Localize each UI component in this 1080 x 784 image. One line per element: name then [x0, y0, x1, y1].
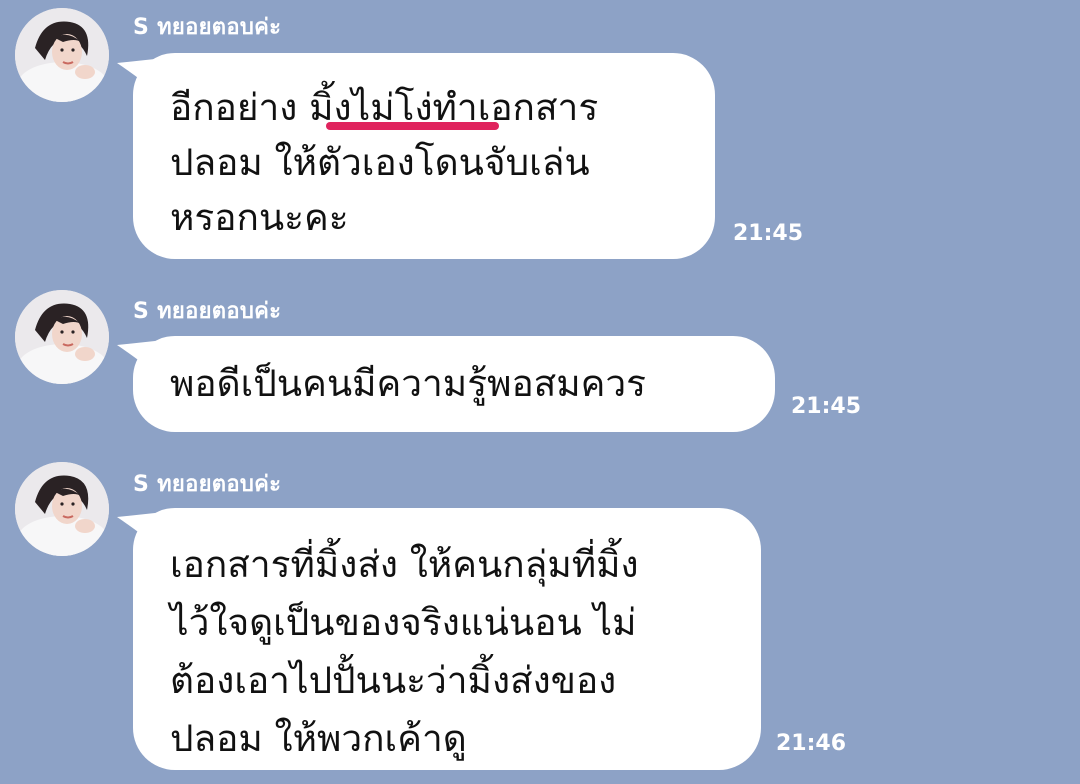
message-line: หรอกนะคะ [170, 196, 349, 239]
message-bubble[interactable]: พอดีเป็นคนมีความรู้พอสมควร [133, 336, 775, 432]
sender-name: S ทยอยตอบค่ะ [133, 472, 282, 497]
message-time: 21:45 [791, 394, 862, 419]
message-line: พอดีเป็นคนมีความรู้พอสมควร [170, 362, 647, 405]
highlight-underline [326, 122, 499, 130]
avatar[interactable] [15, 290, 109, 384]
message-line: ไว้ใจดูเป็นของจริงแน่นอน ไม่ [170, 601, 637, 644]
sender-name: S ทยอยตอบค่ะ [133, 15, 282, 40]
message-line: ปลอม ให้พวกเค้าดู [170, 717, 467, 760]
avatar[interactable] [15, 462, 109, 556]
chat-window: S ทยอยตอบค่ะ อีกอย่าง มิ้งไม่โง่ทำเอกสาร… [0, 0, 1080, 784]
message-time: 21:46 [776, 731, 847, 756]
message-bubble[interactable]: อีกอย่าง มิ้งไม่โง่ทำเอกสาร ปลอม ให้ตัวเ… [133, 53, 715, 259]
message-line: ปลอม ให้ตัวเองโดนจับเล่น [170, 141, 590, 184]
message-time: 21:45 [733, 221, 804, 246]
sender-name: S ทยอยตอบค่ะ [133, 299, 282, 324]
message-bubble[interactable]: เอกสารที่มิ้งส่ง ให้คนกลุ่มที่มิ้ง ไว้ใจ… [133, 508, 761, 770]
avatar[interactable] [15, 8, 109, 102]
message-line: ต้องเอาไปปั้นนะว่ามิ้งส่งของ [170, 659, 617, 702]
message-line: เอกสารที่มิ้งส่ง ให้คนกลุ่มที่มิ้ง [170, 543, 639, 586]
